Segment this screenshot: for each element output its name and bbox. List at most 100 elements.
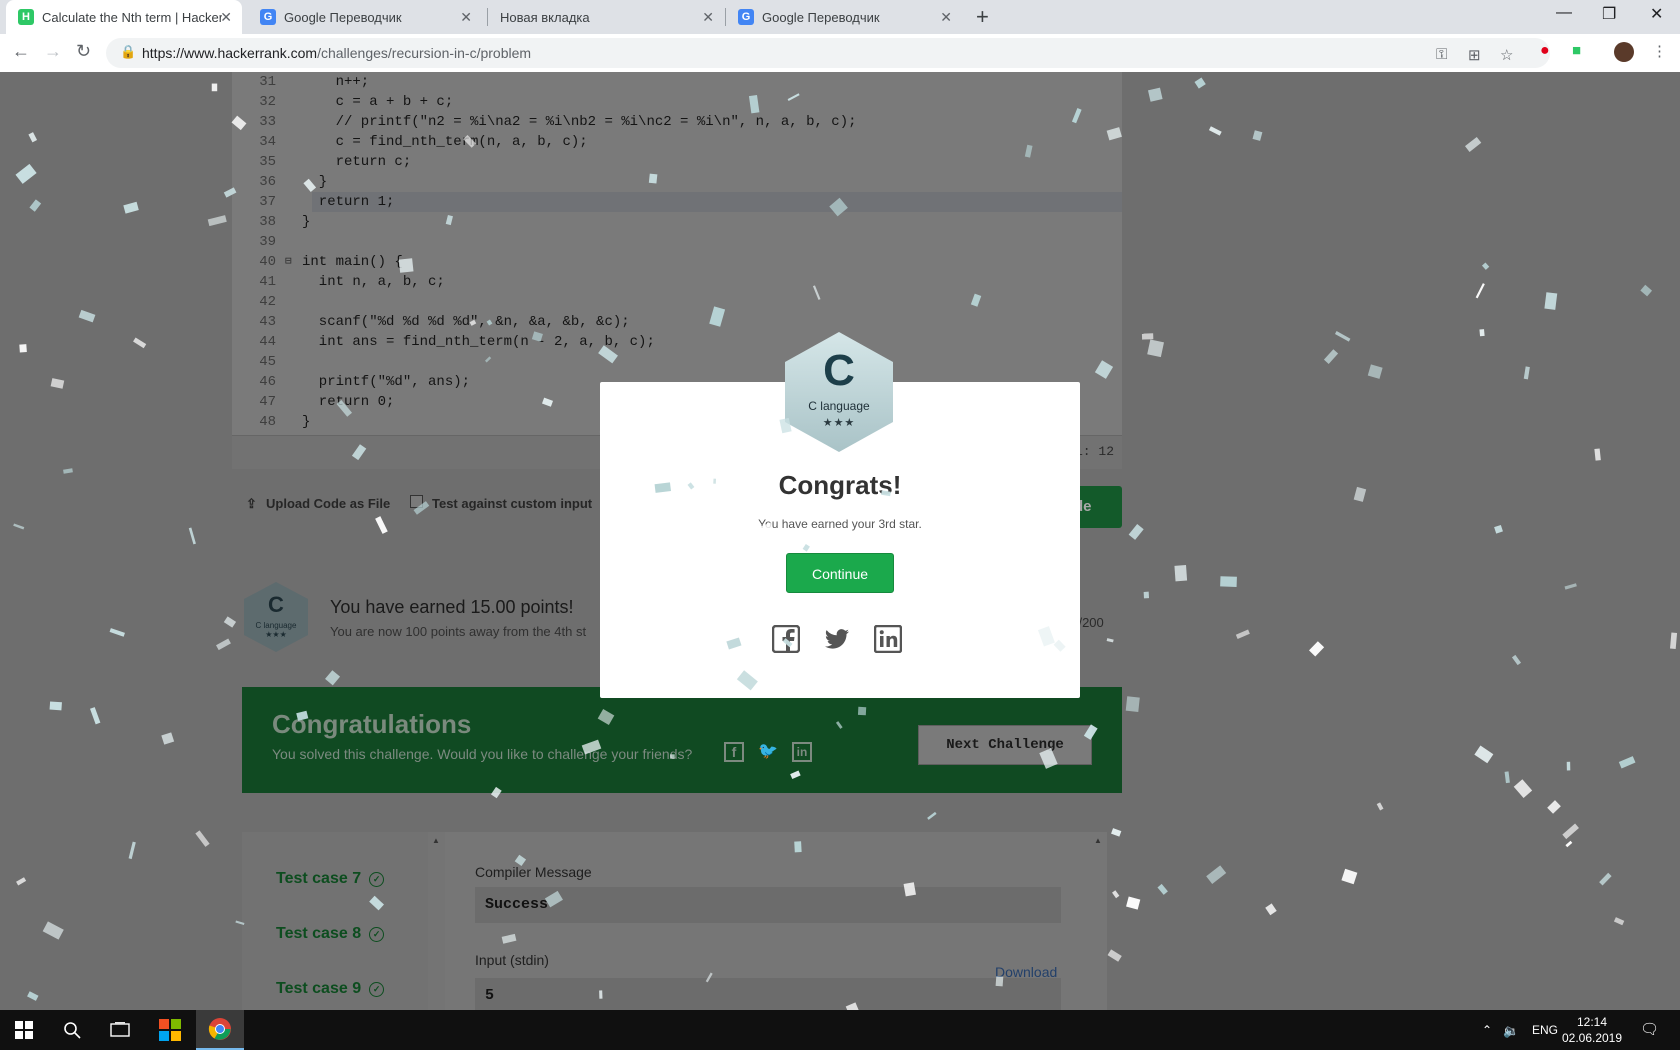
close-tab-icon[interactable]: ✕ <box>460 9 472 26</box>
code-line[interactable]: 38} <box>232 212 1122 232</box>
code-line[interactable]: 39 <box>232 232 1122 252</box>
address-bar[interactable]: 🔒 https://www.hackerrank.com/challenges/… <box>106 38 1550 68</box>
line-code: // printf("n2 = %i\na2 = %i\nb2 = %i\nc2… <box>302 114 857 130</box>
line-number: 39 <box>259 234 276 250</box>
code-line[interactable]: 41 int n, a, b, c; <box>232 272 1122 292</box>
windows-start-icon[interactable] <box>0 1010 48 1050</box>
code-line[interactable]: 40 ⊟ int main() { <box>232 252 1122 272</box>
speaker-icon[interactable]: 🔈 <box>1503 1023 1519 1039</box>
line-number: 48 <box>259 414 276 430</box>
opera-extension-icon[interactable]: ● <box>1540 42 1550 60</box>
back-icon[interactable]: ← <box>12 41 30 62</box>
tab-google-translate-2[interactable]: G Google Переводчик ✕ <box>726 0 962 34</box>
close-window-icon[interactable]: ✕ <box>1650 4 1663 24</box>
facebook-icon[interactable]: f <box>724 742 744 762</box>
line-code: n++; <box>302 74 370 90</box>
continue-button[interactable]: Continue <box>786 553 894 593</box>
extension-icon[interactable]: ■ <box>1572 42 1581 59</box>
line-number: 43 <box>259 314 276 330</box>
system-clock[interactable]: 12:14 02.06.2019 <box>1556 1014 1628 1046</box>
code-line[interactable]: 42 <box>232 292 1122 312</box>
reload-icon[interactable]: ↻ <box>76 41 91 62</box>
test-case-list: Test case 7 ✓ Test case 8 ✓ Test case 9 ✓ <box>242 832 428 1010</box>
line-number: 38 <box>259 214 276 230</box>
code-line[interactable]: 44 int ans = find_nth_term(n - 2, a, b, … <box>232 332 1122 352</box>
minimize-icon[interactable]: — <box>1556 4 1572 22</box>
code-line[interactable]: 32 c = a + b + c; <box>232 92 1122 112</box>
check-circle-icon: ✓ <box>369 872 385 887</box>
upload-icon[interactable]: ⇪ <box>246 496 257 512</box>
code-line[interactable]: 36 } <box>232 172 1122 192</box>
line-number: 44 <box>259 334 276 350</box>
line-number: 33 <box>259 114 276 130</box>
cursor-position: 1: 12 <box>1074 444 1114 459</box>
code-line[interactable]: 37 return 1; <box>232 192 1122 212</box>
google-translate-icon: G <box>260 9 276 25</box>
avatar[interactable] <box>1614 42 1634 62</box>
custom-input-checkbox[interactable] <box>410 495 423 508</box>
test-case-details: Compiler Message Success Input (stdin) D… <box>445 832 1107 1010</box>
badge-letter: C <box>268 592 284 617</box>
close-tab-icon[interactable]: ✕ <box>702 9 714 26</box>
test-case-9[interactable]: Test case 9 ✓ <box>276 980 385 998</box>
tab-google-translate-1[interactable]: G Google Переводчик ✕ <box>248 0 482 34</box>
clock-date: 02.06.2019 <box>1561 1031 1623 1045</box>
code-line[interactable]: 43 scanf("%d %d %d %d", &n, &a, &b, &c); <box>232 312 1122 332</box>
modal-badge-letter: C <box>823 346 855 395</box>
code-line[interactable]: 45 <box>232 352 1122 372</box>
close-tab-icon[interactable]: ✕ <box>220 9 232 26</box>
hackerrank-icon: H <box>18 9 34 25</box>
search-icon[interactable] <box>48 1010 96 1050</box>
store-app-icon[interactable] <box>146 1010 194 1050</box>
scroll-up-icon[interactable]: ▲ <box>432 836 440 845</box>
tab-title: Новая вкладка <box>500 9 590 25</box>
line-code: return 0; <box>302 394 395 410</box>
line-number: 36 <box>259 174 276 190</box>
linkedin-icon[interactable]: in <box>792 742 812 762</box>
line-code: return c; <box>302 154 412 170</box>
forward-icon[interactable]: → <box>44 41 62 62</box>
check-circle-icon: ✓ <box>369 982 385 997</box>
upload-code-link[interactable]: Upload Code as File <box>266 496 390 511</box>
modal-badge: C C language ★★★ <box>782 330 896 454</box>
twitter-icon[interactable]: 🐦 <box>758 742 778 762</box>
show-hidden-icons[interactable]: ⌃ <box>1482 1023 1492 1037</box>
scroll-up-icon[interactable]: ▲ <box>1094 836 1102 845</box>
tab-title: Google Переводчик <box>284 9 402 25</box>
code-line[interactable]: 33 // printf("n2 = %i\na2 = %i\nb2 = %i\… <box>232 112 1122 132</box>
task-view-icon[interactable] <box>96 1010 144 1050</box>
tab-new-tab[interactable]: Новая вкладка ✕ <box>488 0 724 34</box>
new-tab-button[interactable]: + <box>976 4 989 30</box>
tab-hackerrank[interactable]: H Calculate the Nth term | HackerR ✕ <box>6 0 242 34</box>
notifications-icon[interactable]: 🗨 <box>1640 1020 1659 1038</box>
facebook-icon[interactable] <box>772 625 800 653</box>
maximize-icon[interactable]: ❐ <box>1602 4 1616 24</box>
browser-toolbar: ← → ↻ 🔒 https://www.hackerrank.com/chall… <box>0 34 1680 73</box>
chrome-app-icon[interactable] <box>196 1010 244 1050</box>
points-earned-title: You have earned 15.00 points! <box>330 597 574 617</box>
custom-input-label: Test against custom input <box>432 496 593 511</box>
test-case-7[interactable]: Test case 7 ✓ <box>276 870 385 888</box>
modal-subtitle: You have earned your 3rd star. <box>758 517 922 531</box>
code-line[interactable]: 34 c = find_nth_term(n, a, b, c); <box>232 132 1122 152</box>
linkedin-icon[interactable] <box>874 625 902 653</box>
code-line[interactable]: 35 return c; <box>232 152 1122 172</box>
line-number: 31 <box>259 74 276 90</box>
code-line[interactable]: 31 n++; <box>232 72 1122 92</box>
compiler-message-value: Success <box>475 887 1061 923</box>
line-number: 40 <box>259 254 276 270</box>
next-challenge-button[interactable]: Next Challenge <box>918 725 1092 765</box>
bookmark-star-icon[interactable]: ☆ <box>1500 46 1513 64</box>
key-icon[interactable]: ⚿ <box>1436 46 1447 63</box>
modal-badge-language: C language <box>808 399 870 413</box>
test-case-8[interactable]: Test case 8 ✓ <box>276 925 385 943</box>
fold-icon[interactable]: ⊟ <box>285 252 292 272</box>
translate-icon[interactable]: ⊞ <box>1468 46 1481 64</box>
close-tab-icon[interactable]: ✕ <box>940 9 952 26</box>
menu-icon[interactable]: ⋮ <box>1652 42 1667 60</box>
line-code: } <box>302 174 328 190</box>
input-stdin-label: Input (stdin) <box>475 952 549 968</box>
input-language[interactable]: ENG <box>1532 1023 1558 1037</box>
twitter-icon[interactable] <box>823 625 851 653</box>
line-number: 42 <box>259 294 276 310</box>
